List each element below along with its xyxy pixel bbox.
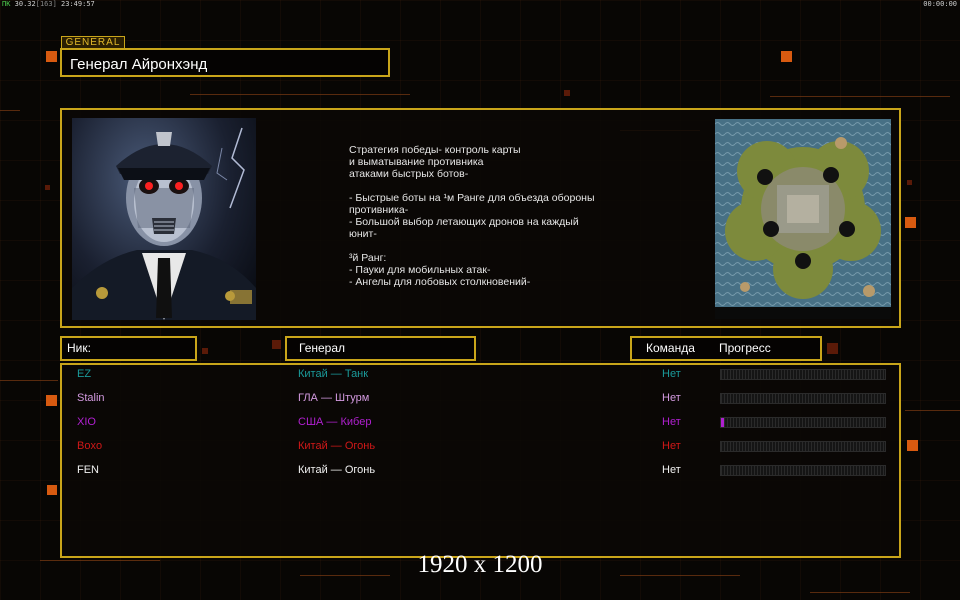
player-general: Китай — Огонь xyxy=(298,464,376,476)
header-progress: Прогресс xyxy=(719,341,771,355)
header-nick: Ник: xyxy=(60,336,197,361)
header-team: Команда xyxy=(646,341,695,355)
bg-line xyxy=(905,410,960,411)
player-progress-bar xyxy=(720,393,886,404)
resolution-label: 1920 x 1200 xyxy=(417,551,543,578)
status-value: 30.32 xyxy=(10,0,36,8)
header-team-progress: Команда Прогресс xyxy=(630,336,822,361)
player-progress-bar xyxy=(720,417,886,428)
player-row[interactable]: Boxo Китай — Огонь Нет xyxy=(0,438,960,454)
bg-square xyxy=(827,343,838,354)
general-name: Генерал Айронхэнд xyxy=(60,48,390,77)
header-general: Генерал xyxy=(285,336,476,361)
robot-general-portrait-icon xyxy=(72,118,256,320)
player-general: ГЛА — Штурм xyxy=(298,392,370,404)
strategy-description: Стратегия победы- контроль карты и вымат… xyxy=(349,144,595,288)
player-nick: FEN xyxy=(77,464,99,476)
bg-line xyxy=(770,96,950,97)
player-row[interactable]: Stalin ГЛА — Штурм Нет xyxy=(0,390,960,406)
player-team: Нет xyxy=(662,392,681,404)
bg-square xyxy=(564,90,570,96)
player-row[interactable]: EZ Китай — Танк Нет xyxy=(0,366,960,382)
player-team: Нет xyxy=(662,440,681,452)
bg-square xyxy=(907,180,912,185)
player-row[interactable]: XIO США — Кибер Нет xyxy=(0,414,960,430)
bg-square xyxy=(905,217,916,228)
player-nick: Boxo xyxy=(77,440,103,452)
status-bar-right: 00:00:00 xyxy=(923,0,957,8)
bg-square xyxy=(781,51,792,62)
bg-line xyxy=(810,592,910,593)
bg-line xyxy=(190,94,410,95)
player-general: Китай — Танк xyxy=(298,368,369,380)
player-nick: EZ xyxy=(77,368,92,380)
player-team: Нет xyxy=(662,416,681,428)
status-clock: 23:49:57 xyxy=(56,0,95,8)
player-row[interactable]: FEN Китай — Огонь Нет xyxy=(0,462,960,478)
player-general: Китай — Огонь xyxy=(298,440,376,452)
player-nick: Stalin xyxy=(77,392,105,404)
player-progress-bar xyxy=(720,465,886,476)
bg-square xyxy=(46,51,57,62)
player-progress-bar xyxy=(720,441,886,452)
player-team: Нет xyxy=(662,464,681,476)
bg-square xyxy=(202,348,208,354)
bg-line xyxy=(0,110,20,111)
bg-square xyxy=(47,485,57,495)
player-general: США — Кибер xyxy=(298,416,372,428)
progress-fill xyxy=(721,418,725,427)
bg-square xyxy=(272,340,281,349)
player-team: Нет xyxy=(662,368,681,380)
player-nick: XIO xyxy=(77,416,96,428)
island-map-preview-icon xyxy=(715,119,891,319)
status-bar-left: ПК 30.32[163] 23:49:57 xyxy=(2,0,95,8)
player-progress-bar xyxy=(720,369,886,380)
status-count: [163] xyxy=(35,0,57,8)
bg-square xyxy=(45,185,50,190)
